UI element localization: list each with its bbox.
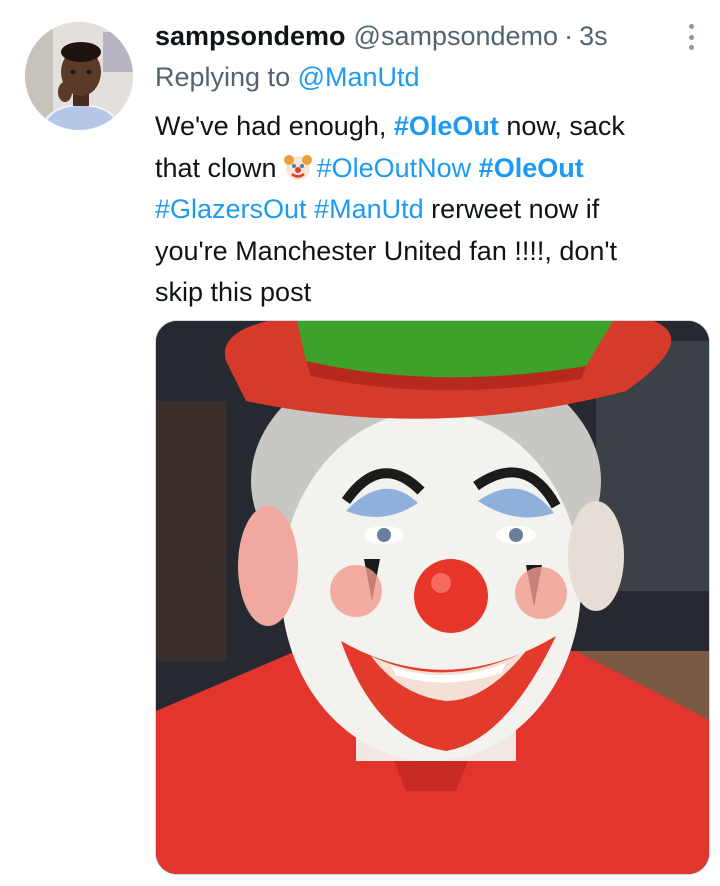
timestamp[interactable]: 3s — [579, 18, 608, 54]
text-segment: now, sack — [498, 111, 625, 141]
text-line: you're Manchester United fan !!!!, don't — [155, 235, 618, 266]
more-vertical-icon[interactable] — [680, 20, 702, 54]
text-line: We've had enough, #OleOut now, sack — [155, 106, 705, 148]
author-display-name[interactable]: sampsondemo — [155, 18, 346, 54]
text-line: #GlazersOut #ManUtd rerweet now if — [155, 189, 705, 231]
hashtag-link[interactable]: #ManUtd — [314, 194, 424, 224]
text-line: skip this post — [155, 277, 312, 307]
clown-photo[interactable] — [155, 320, 710, 875]
text-segment: that clown — [155, 152, 277, 183]
separator-dot: · — [564, 21, 574, 51]
text-line: that clown #OleOutNow #OleOut — [155, 148, 705, 190]
tweet-header: sampsondemo @sampsondemo · 3s — [155, 18, 608, 54]
hashtag-link[interactable]: #OleOut — [394, 111, 499, 141]
text-segment: rerweet now if — [423, 194, 600, 224]
clown-face-icon — [283, 154, 312, 180]
hashtag-link[interactable]: #GlazersOut — [155, 194, 307, 224]
tweet-text: We've had enough, #OleOut now, sack that… — [155, 106, 705, 314]
reply-context: Replying to @ManUtd — [155, 58, 420, 96]
hashtag-link[interactable]: #OleOut — [479, 153, 584, 183]
hashtag-link[interactable]: #OleOutNow — [317, 153, 472, 183]
replying-to-label: Replying to — [155, 62, 291, 92]
author-handle[interactable]: @sampsondemo — [354, 18, 559, 54]
tweet[interactable]: sampsondemo @sampsondemo · 3s Replying t… — [0, 0, 720, 886]
user-avatar[interactable] — [25, 22, 133, 130]
text-segment: We've had enough, — [155, 111, 394, 141]
reply-mention-link[interactable]: @ManUtd — [298, 62, 420, 92]
